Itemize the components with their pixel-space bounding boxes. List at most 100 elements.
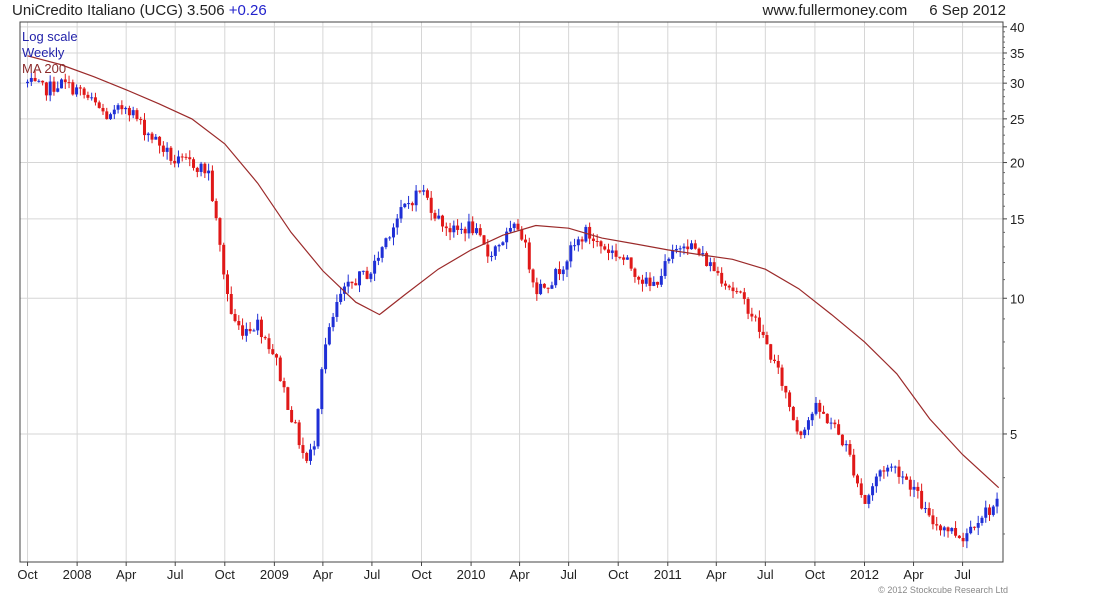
price-candle bbox=[139, 119, 143, 121]
price-candle bbox=[33, 77, 37, 82]
price-candle bbox=[161, 145, 165, 152]
x-tick-label: Apr bbox=[116, 567, 137, 582]
price-candle bbox=[116, 105, 120, 110]
price-candle bbox=[795, 420, 799, 432]
price-candle bbox=[980, 517, 984, 523]
price-candle bbox=[950, 528, 954, 532]
price-chart: 5 10 15 20 25 30 35 40 Oct 2008 Apr Jul Oct 2009 Apr J… bbox=[17, 20, 1024, 582]
price-candle bbox=[991, 506, 995, 515]
x-tick-label: 2011 bbox=[654, 567, 682, 582]
price-candle bbox=[441, 215, 445, 227]
price-candle bbox=[127, 107, 131, 116]
price-candle bbox=[633, 268, 637, 277]
price-candle bbox=[493, 246, 497, 256]
price-candle bbox=[686, 246, 690, 250]
x-tick-label: Oct bbox=[17, 567, 38, 582]
price-candle bbox=[629, 257, 633, 269]
price-candle bbox=[486, 244, 490, 257]
price-candle bbox=[105, 111, 109, 120]
price-candle bbox=[614, 250, 618, 257]
price-candle bbox=[927, 508, 931, 516]
y-tick-label: 30 bbox=[1010, 76, 1024, 91]
price-candle bbox=[271, 349, 275, 355]
price-candle bbox=[988, 507, 992, 515]
price-candle bbox=[267, 338, 271, 350]
price-candle bbox=[961, 537, 965, 542]
price-candle bbox=[297, 422, 301, 446]
price-candle bbox=[37, 80, 41, 82]
price-candle bbox=[671, 250, 675, 259]
price-candle bbox=[886, 467, 890, 472]
price-candle bbox=[520, 229, 524, 240]
price-candle bbox=[456, 225, 460, 230]
y-tick-label: 35 bbox=[1010, 46, 1024, 61]
price-candle bbox=[229, 293, 233, 314]
price-candle bbox=[410, 203, 414, 206]
price-candle bbox=[237, 321, 241, 326]
x-tick-label: Apr bbox=[313, 567, 334, 582]
price-candle bbox=[663, 261, 667, 276]
price-candle bbox=[712, 262, 716, 272]
copyright-text: © 2012 Stockcube Research Ltd bbox=[878, 585, 1008, 595]
price-candle bbox=[146, 133, 150, 136]
x-tick-label: Jul bbox=[757, 567, 774, 582]
price-candle bbox=[176, 156, 180, 164]
price-candle bbox=[425, 190, 429, 198]
price-candle bbox=[788, 392, 792, 407]
price-candle bbox=[422, 190, 426, 192]
price-candle bbox=[278, 357, 282, 382]
price-candle bbox=[376, 257, 380, 261]
price-candle bbox=[742, 292, 746, 299]
price-candle bbox=[282, 381, 286, 388]
price-candle bbox=[59, 79, 63, 89]
price-candle bbox=[474, 228, 478, 234]
price-candle bbox=[361, 270, 365, 272]
legend-ma: MA 200 bbox=[22, 61, 67, 76]
price-candle bbox=[29, 77, 33, 82]
price-candle bbox=[263, 337, 267, 339]
price-candle bbox=[248, 328, 252, 332]
y-tick-label: 40 bbox=[1010, 20, 1024, 35]
price-candle bbox=[920, 490, 924, 509]
price-candle bbox=[814, 402, 818, 414]
x-tick-label: Apr bbox=[903, 567, 924, 582]
price-candle bbox=[524, 239, 528, 243]
price-candle bbox=[716, 271, 720, 273]
price-candle bbox=[799, 431, 803, 436]
x-tick-label: Oct bbox=[215, 567, 236, 582]
price-candle bbox=[448, 228, 452, 233]
price-candle bbox=[437, 215, 441, 219]
price-candle bbox=[290, 409, 294, 423]
price-candle bbox=[52, 81, 56, 92]
price-candle bbox=[818, 402, 822, 412]
price-candle bbox=[535, 282, 539, 295]
price-candle bbox=[109, 114, 113, 120]
price-candle bbox=[871, 486, 875, 496]
price-candle bbox=[252, 330, 256, 332]
price-candle bbox=[256, 319, 260, 331]
price-candle bbox=[554, 269, 558, 286]
price-candle bbox=[720, 272, 724, 284]
price-candle bbox=[576, 239, 580, 246]
price-candle bbox=[727, 285, 731, 288]
price-candle bbox=[497, 245, 501, 247]
price-candle bbox=[463, 228, 467, 234]
price-candle bbox=[82, 88, 86, 95]
price-candle bbox=[837, 424, 841, 435]
price-candle bbox=[93, 97, 97, 103]
price-candle bbox=[478, 228, 482, 236]
price-candle bbox=[490, 255, 494, 257]
ma-200-line bbox=[27, 55, 1000, 489]
price-candle bbox=[588, 226, 592, 239]
price-candle bbox=[199, 163, 203, 172]
price-candle bbox=[750, 313, 754, 317]
x-tick-label: Jul bbox=[364, 567, 381, 582]
price-candle bbox=[222, 244, 226, 275]
price-candle bbox=[674, 248, 678, 251]
price-candle bbox=[565, 261, 569, 270]
price-candle bbox=[697, 248, 701, 255]
price-candle bbox=[233, 313, 237, 322]
price-candle bbox=[358, 271, 362, 286]
price-candle bbox=[331, 316, 335, 328]
price-candle bbox=[863, 494, 867, 504]
